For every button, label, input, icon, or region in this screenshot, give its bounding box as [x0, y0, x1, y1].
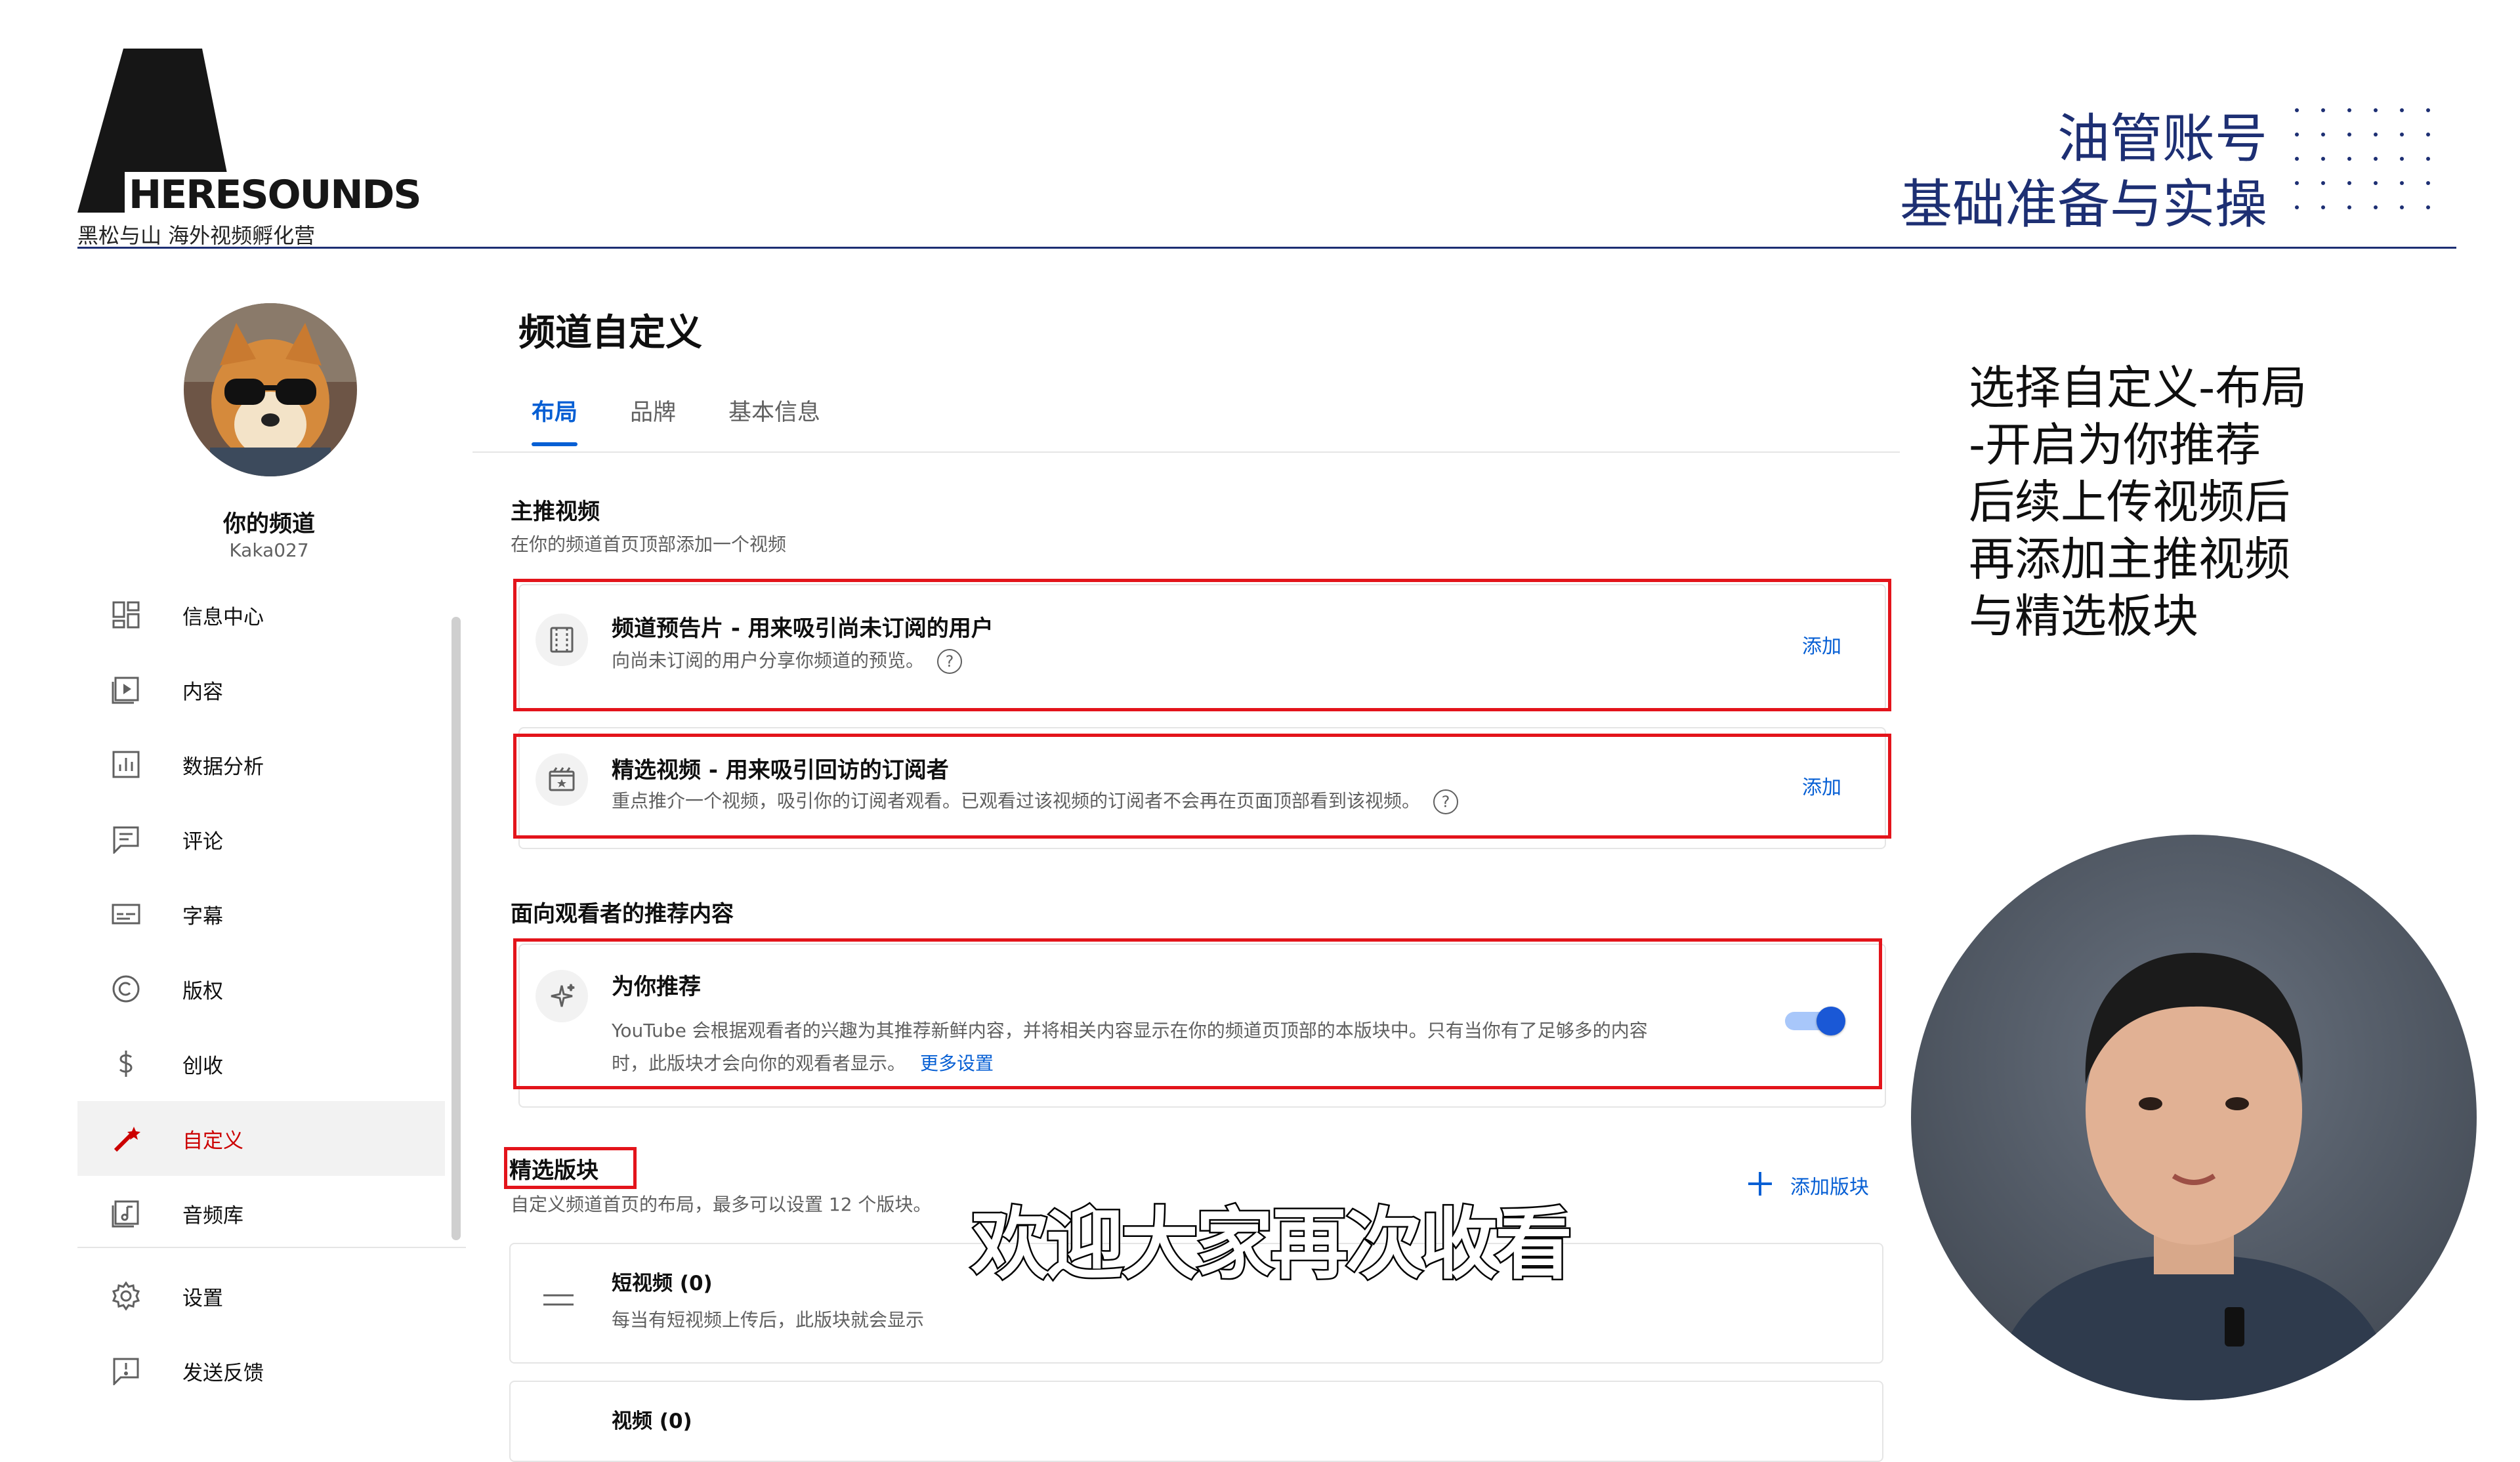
- sidebar-item-label: 信息中心: [182, 605, 264, 629]
- brand-wordmark: HERESOUNDS: [125, 172, 425, 218]
- tab-basic-info[interactable]: 基本信息: [702, 394, 847, 446]
- sidebar-item-label: 字幕: [182, 904, 223, 929]
- section-shorts-desc: 每当有短视频上传后，此版块就会显示: [612, 1309, 925, 1331]
- tab-branding[interactable]: 品牌: [604, 394, 702, 446]
- help-icon[interactable]: ?: [1433, 789, 1459, 814]
- tab-divider: [472, 451, 1900, 453]
- add-section-label: 添加版块: [1790, 1176, 1869, 1199]
- channel-avatar[interactable]: [184, 303, 357, 476]
- sidebar-divider: [77, 1247, 466, 1248]
- add-featured-video-button[interactable]: 添加: [1802, 771, 1841, 800]
- for-you-toggle[interactable]: [1785, 1007, 1845, 1035]
- featured-video-desc-text: 重点推介一个视频，吸引你的订阅者观看。已观看过该视频的订阅者不会再在页面顶部看到…: [612, 790, 1421, 812]
- sidebar-item-label: 设置: [182, 1286, 223, 1310]
- add-trailer-button[interactable]: 添加: [1802, 630, 1841, 659]
- section-shorts-title: 短视频 (0): [612, 1272, 713, 1295]
- analytics-icon: [109, 747, 143, 782]
- studio-sidebar-nav: 信息中心 内容 数据分析 评论 字幕 版权 创收 自定义 音频库: [77, 577, 445, 1251]
- section-videos-title: 视频 (0): [612, 1410, 692, 1433]
- sidebar-item-label: 内容: [182, 680, 223, 704]
- featured-sections-heading: 精选版块: [509, 1158, 598, 1184]
- featured-video-subtitle: 在你的频道首页顶部添加一个视频: [511, 533, 787, 555]
- customization-icon: [109, 1121, 143, 1156]
- sidebar-scrollbar[interactable]: [452, 617, 461, 1240]
- toggle-knob: [1816, 1007, 1845, 1035]
- audio-library-icon: [109, 1196, 143, 1230]
- monetization-icon: [109, 1047, 143, 1081]
- featured-video-heading: 主推视频: [511, 499, 600, 525]
- channel-handle: Kaka027: [229, 539, 309, 561]
- presenter-video: [1911, 835, 2477, 1400]
- customization-tabs: 布局 品牌 基本信息: [505, 394, 847, 446]
- feedback-icon: [109, 1354, 143, 1388]
- for-you-desc-line2-wrap: 时，此版块才会向你的观看者显示。 更多设置: [612, 1047, 1767, 1080]
- sidebar-item-comments[interactable]: 评论: [77, 802, 445, 877]
- content-icon: [109, 673, 143, 707]
- featured-video-icon: [536, 753, 588, 806]
- plus-icon: [1746, 1169, 1774, 1201]
- sidebar-item-customization[interactable]: 自定义: [77, 1101, 445, 1176]
- instruction-note: 选择自定义-布局 -开启为你推荐 后续上传视频后 再添加主推视频 与精选板块: [1969, 361, 2307, 643]
- settings-icon: [109, 1279, 143, 1313]
- channel-trailer-title: 频道预告片 - 用来吸引尚未订阅的用户: [612, 616, 994, 642]
- sidebar-item-label: 发送反馈: [182, 1361, 264, 1385]
- video-subtitle-caption: 欢迎大家再次收看: [969, 1198, 1574, 1291]
- for-you-desc-line1: YouTube 会根据观看者的兴趣为其推荐新鲜内容，并将相关内容显示在你的频道页…: [612, 1020, 1648, 1041]
- sidebar-item-label: 音频库: [182, 1203, 243, 1228]
- sidebar-item-label: 创收: [182, 1054, 223, 1078]
- sidebar-item-dashboard[interactable]: 信息中心: [77, 577, 445, 652]
- for-you-title: 为你推荐: [612, 974, 701, 1000]
- decorative-dot-grid: [2295, 108, 2430, 209]
- sidebar-item-monetization[interactable]: 创收: [77, 1026, 445, 1101]
- copyright-icon: [109, 972, 143, 1006]
- sidebar-item-copyright[interactable]: 版权: [77, 951, 445, 1026]
- sidebar-item-label: 版权: [182, 979, 223, 1003]
- header-rule: [77, 247, 2456, 249]
- tab-layout[interactable]: 布局: [505, 394, 604, 446]
- sidebar-item-label: 评论: [182, 829, 223, 854]
- featured-video-title: 精选视频 - 用来吸引回访的订阅者: [612, 757, 949, 783]
- sidebar-item-feedback[interactable]: 发送反馈: [77, 1333, 445, 1408]
- sidebar-item-analytics[interactable]: 数据分析: [77, 727, 445, 802]
- section-videos-row[interactable]: [509, 1381, 1883, 1462]
- featured-sections-subtitle: 自定义频道首页的布局，最多可以设置 12 个版块。: [511, 1194, 932, 1215]
- sidebar-item-label: 自定义: [182, 1129, 243, 1153]
- for-you-desc: YouTube 会根据观看者的兴趣为其推荐新鲜内容，并将相关内容显示在你的频道页…: [612, 1014, 1767, 1080]
- drag-handle-icon[interactable]: [542, 1291, 575, 1311]
- featured-video-desc: 重点推介一个视频，吸引你的订阅者观看。已观看过该视频的订阅者不会再在页面顶部看到…: [612, 785, 1459, 818]
- comments-icon: [109, 822, 143, 856]
- studio-sidebar-bottom-nav: 设置 发送反馈: [77, 1259, 445, 1408]
- recommendations-heading: 面向观看者的推荐内容: [511, 901, 734, 927]
- help-icon[interactable]: ?: [937, 649, 963, 674]
- slide-title: 油管账号 基础准备与实操: [1900, 108, 2267, 235]
- channel-trailer-icon: [536, 614, 588, 666]
- sidebar-item-subtitles[interactable]: 字幕: [77, 877, 445, 951]
- brand-tagline: 黑松与山 海外视频孵化营: [77, 223, 316, 248]
- sidebar-item-label: 数据分析: [182, 755, 264, 779]
- page-title: 频道自定义: [518, 312, 702, 354]
- add-section-button[interactable]: 添加版块: [1746, 1169, 1869, 1201]
- subtitles-icon: [109, 897, 143, 931]
- channel-trailer-desc: 向尚未订阅的用户分享你频道的预览。?: [612, 644, 963, 677]
- sparkle-icon: [536, 970, 588, 1022]
- channel-trailer-desc-text: 向尚未订阅的用户分享你频道的预览。: [612, 650, 925, 671]
- more-settings-link[interactable]: 更多设置: [920, 1053, 994, 1074]
- sidebar-item-settings[interactable]: 设置: [77, 1259, 445, 1333]
- channel-name: 你的频道: [222, 511, 315, 537]
- for-you-desc-line2: 时，此版块才会向你的观看者显示。: [612, 1053, 906, 1074]
- sidebar-item-audio-library[interactable]: 音频库: [77, 1176, 445, 1251]
- sidebar-item-content[interactable]: 内容: [77, 652, 445, 727]
- dashboard-icon: [109, 598, 143, 632]
